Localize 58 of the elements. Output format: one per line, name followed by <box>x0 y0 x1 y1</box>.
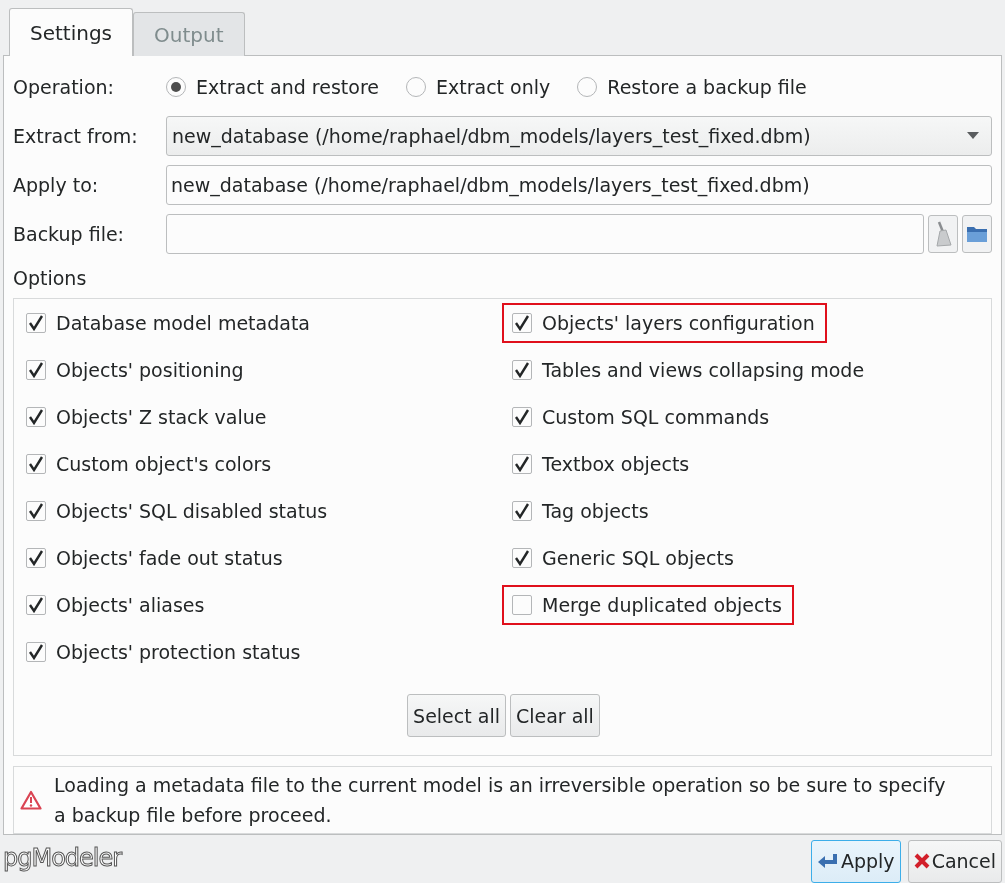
apply-button[interactable]: Apply <box>810 839 901 883</box>
checkbox[interactable] <box>26 501 46 521</box>
checkbox[interactable] <box>26 454 46 474</box>
checkbox-label: Merge duplicated objects <box>542 594 782 616</box>
open-folder-button[interactable] <box>962 214 992 253</box>
tab[interactable]: Settings <box>9 8 134 56</box>
checkbox[interactable] <box>26 642 46 662</box>
checkbox[interactable] <box>26 407 46 427</box>
field-label: Apply to: <box>13 173 100 196</box>
field-label: Operation: <box>13 75 115 98</box>
radio-label: Extract and restore <box>196 75 379 98</box>
logo: pgModeler <box>3 844 122 872</box>
input-field[interactable]: new_database (/home/raphael/dbm_models/layers_test_fixed.dbm) <box>166 164 992 205</box>
checkbox-label: Generic SQL objects <box>542 547 734 569</box>
radio-button[interactable] <box>577 76 598 97</box>
checkbox-label: Textbox objects <box>542 453 690 475</box>
checkbox[interactable] <box>512 595 532 615</box>
caret-icon <box>967 131 979 140</box>
checkbox-label: Objects' fade out status <box>56 547 283 569</box>
checkbox-label: Objects' Z stack value <box>56 406 267 428</box>
checkbox-label: Objects' SQL disabled status <box>56 500 328 522</box>
return-arrow-icon <box>816 853 839 869</box>
checkbox[interactable] <box>26 313 46 333</box>
radio-button[interactable] <box>406 76 426 97</box>
checkbox-label: Objects' aliases <box>56 594 205 616</box>
checkbox[interactable] <box>26 548 46 568</box>
section-title: Options <box>13 266 88 291</box>
checkbox[interactable] <box>512 454 532 474</box>
radio-label: Extract only <box>436 75 551 98</box>
checkbox[interactable] <box>512 501 532 521</box>
checkbox-label: Database model metadata <box>56 312 310 334</box>
checkbox[interactable] <box>512 407 532 427</box>
folder-icon <box>966 224 988 243</box>
checkbox-label: Objects' positioning <box>56 359 244 381</box>
action-button[interactable]: Select all <box>407 694 506 737</box>
action-button[interactable]: Clear all <box>509 694 600 737</box>
radio-button[interactable] <box>166 76 186 97</box>
broom-icon <box>934 220 952 247</box>
field-label: Extract from: <box>13 124 139 147</box>
checkbox-label: Tables and views collapsing mode <box>542 359 865 381</box>
checkbox-label: Objects' protection status <box>56 641 301 663</box>
close-icon <box>913 853 930 869</box>
checkbox-label: Custom object's colors <box>56 453 272 475</box>
checkbox-label: Custom SQL commands <box>542 406 770 428</box>
checkbox[interactable] <box>512 360 532 380</box>
input-field[interactable] <box>166 213 924 254</box>
checkbox[interactable] <box>512 548 532 568</box>
checkbox-label: Objects' layers configuration <box>542 312 815 334</box>
cancel-button[interactable]: Cancel <box>907 839 1002 883</box>
radio-label: Restore a backup file <box>607 75 807 98</box>
checkbox[interactable] <box>512 313 532 333</box>
warning-icon <box>20 790 42 810</box>
dropdown[interactable]: new_database (/home/raphael/dbm_models/layers_test_fixed.dbm) <box>166 115 992 156</box>
checkbox[interactable] <box>26 360 46 380</box>
checkbox[interactable] <box>26 595 46 615</box>
checkbox-label: Tag objects <box>542 500 649 522</box>
warning-text: Loading a metadata file to the current model is an irreversible operation so be sure to specify a backup file before proceed. <box>54 773 947 828</box>
field-label: Backup file: <box>13 222 126 245</box>
